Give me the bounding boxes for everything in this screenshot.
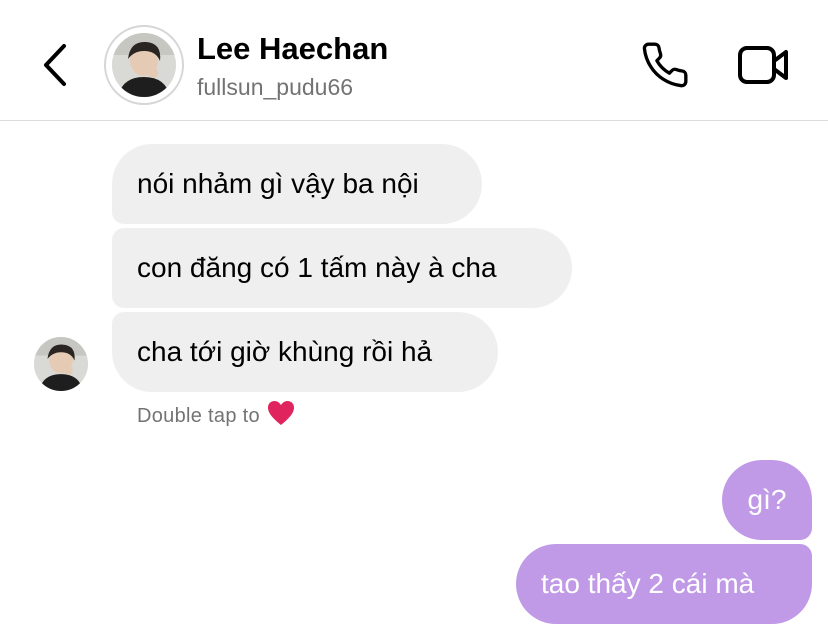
avatar[interactable] <box>104 25 184 105</box>
heart-icon <box>266 399 296 427</box>
avatar-photo <box>112 33 176 97</box>
chevron-left-icon[interactable] <box>36 40 76 90</box>
double-tap-hint: Double tap to <box>137 399 296 428</box>
message-bubble-sent[interactable]: gì? <box>722 460 812 540</box>
sender-avatar[interactable] <box>34 337 88 391</box>
message-bubble-sent[interactable]: tao thấy 2 cái mà <box>516 544 812 624</box>
phone-icon[interactable] <box>640 40 690 90</box>
message-bubble-received[interactable]: con đăng có 1 tấm này à cha <box>112 228 572 308</box>
chat-header: Lee Haechan fullsun_pudu66 <box>0 0 828 121</box>
message-bubble-received[interactable]: nói nhảm gì vậy ba nội <box>112 144 482 224</box>
video-camera-icon[interactable] <box>736 42 790 88</box>
hint-text: Double tap to <box>137 405 260 427</box>
contact-username[interactable]: fullsun_pudu66 <box>197 74 353 101</box>
contact-name[interactable]: Lee Haechan <box>197 31 388 67</box>
message-bubble-received[interactable]: cha tới giờ khùng rồi hả <box>112 312 498 392</box>
